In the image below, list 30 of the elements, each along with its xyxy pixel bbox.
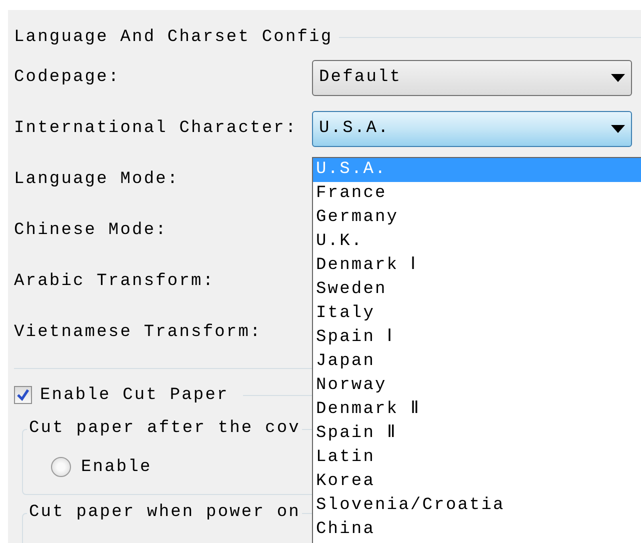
dropdown-option[interactable]: China — [313, 518, 641, 542]
dropdown-option[interactable]: Denmark Ⅱ — [313, 398, 641, 422]
dropdown-option[interactable]: Japan — [313, 350, 641, 374]
dropdown-option[interactable]: Latin — [313, 446, 641, 470]
dropdown-field[interactable]: U.S.A. — [312, 110, 632, 146]
dropdown-option[interactable]: Slovenia/Croatia — [313, 494, 641, 518]
dropdown-option[interactable]: Sweden — [313, 278, 641, 302]
dropdown-option[interactable]: Italy — [313, 302, 641, 326]
dropdown-option[interactable]: Norway — [313, 374, 641, 398]
field-label: Arabic Transform: — [14, 272, 216, 291]
group-title: Language And Charset Config — [14, 28, 333, 46]
dropdown-option[interactable]: U.K. — [313, 230, 641, 254]
dropdown-option[interactable]: Germany — [313, 206, 641, 230]
dropdown-option[interactable]: Denmark Ⅰ — [313, 254, 641, 278]
field-label: Chinese Mode: — [14, 221, 168, 240]
caret-icon — [611, 74, 625, 82]
checkbox-label[interactable]: Enable Cut Paper — [40, 386, 229, 404]
radio-label[interactable]: Enable — [81, 458, 152, 476]
dropdown-field[interactable]: Default — [312, 60, 632, 96]
dropdown-option[interactable]: Spain Ⅰ — [313, 326, 641, 350]
radio-button[interactable] — [51, 457, 71, 477]
dropdown-option[interactable]: Korea — [313, 470, 641, 494]
field-label: Vietnamese Transform: — [14, 323, 263, 342]
field-label: Codepage: — [14, 68, 122, 87]
dropdown-option[interactable]: France — [313, 182, 641, 206]
caret-icon — [611, 124, 625, 132]
field-label: Language Mode: — [14, 170, 180, 189]
checkbox[interactable] — [14, 386, 32, 404]
dropdown-option[interactable]: Spain Ⅱ — [313, 422, 641, 446]
field-label: International Character: — [14, 119, 298, 138]
